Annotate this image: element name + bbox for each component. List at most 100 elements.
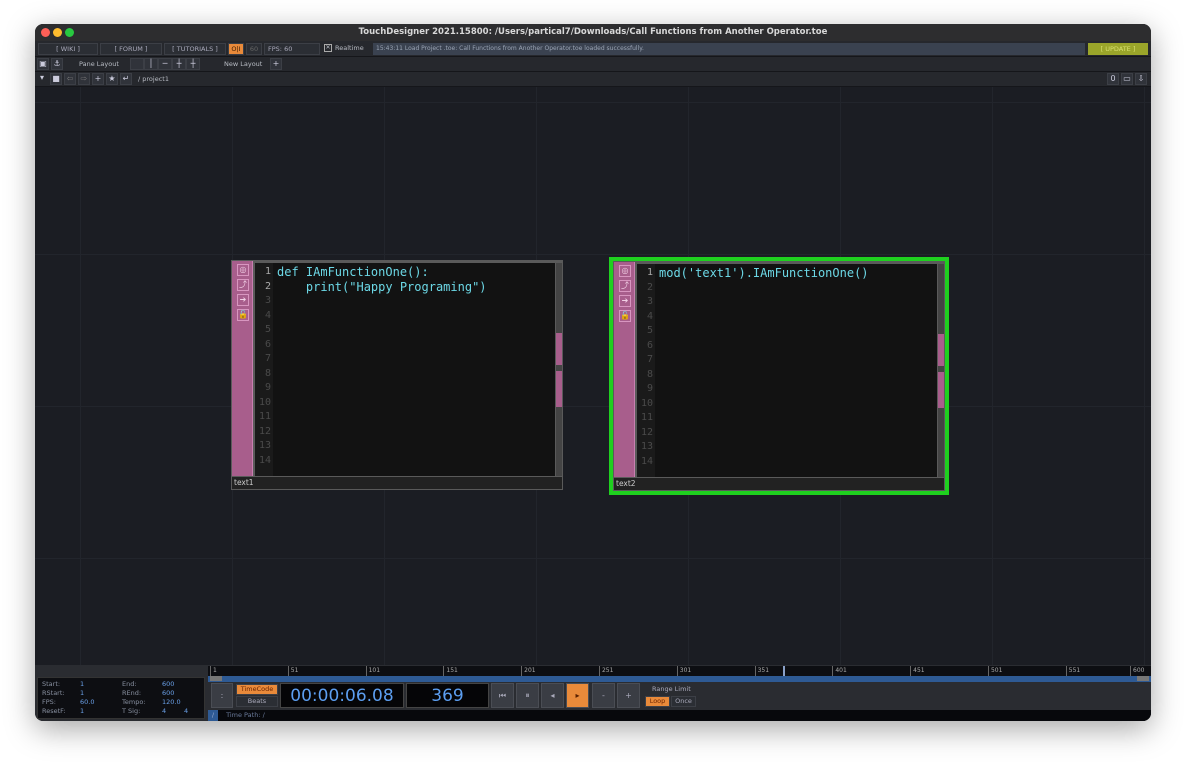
return-icon[interactable]: ↵	[120, 73, 132, 85]
line-number: 9	[637, 383, 653, 394]
time-slider[interactable]	[208, 676, 1151, 682]
start-value[interactable]: 1	[80, 680, 84, 688]
menu-down-icon[interactable]: ▾	[36, 73, 48, 85]
code-editor[interactable]: 1234567891011121314def IAmFunctionOne():…	[255, 263, 555, 476]
rend-value[interactable]: 600	[162, 689, 174, 697]
scrollbar[interactable]	[556, 263, 562, 476]
fps-field[interactable]: FPS: 60	[264, 43, 320, 55]
realtime-label: Realtime	[335, 44, 364, 52]
ruler-tick: 251	[599, 666, 613, 676]
close-button[interactable]	[41, 28, 50, 37]
line-number: 6	[255, 339, 271, 350]
display-icon[interactable]: ➔	[237, 294, 249, 306]
layout-split-v-button[interactable]: │	[144, 58, 158, 70]
rend-label: REnd:	[122, 689, 141, 697]
viewer-icon[interactable]: ◎	[237, 264, 249, 276]
scrollbar[interactable]	[938, 264, 944, 477]
layout-split-h-button[interactable]: ─	[158, 58, 172, 70]
tempo-value[interactable]: 120.0	[162, 698, 181, 706]
once-button[interactable]: Once	[671, 696, 696, 707]
line-number: 8	[637, 369, 653, 380]
timeline-ruler[interactable]: 151101151201251301351401451501551600	[208, 666, 1151, 676]
range-limit-label: Range Limit	[652, 685, 691, 693]
tutorials-button[interactable]: [ TUTORIALS ]	[164, 43, 226, 55]
loop-button[interactable]: Loop	[645, 696, 670, 707]
lock-icon[interactable]: 🔓	[237, 309, 249, 321]
window-icon[interactable]: ▭	[1121, 73, 1133, 85]
stop-icon[interactable]: ■	[50, 73, 62, 85]
anchor-icon[interactable]: ⚓	[51, 58, 63, 70]
bypass-icon[interactable]: ⤴	[619, 280, 631, 292]
ruler-tick: 401	[832, 666, 846, 676]
oi-toggle[interactable]: O|I	[228, 43, 244, 55]
node-name[interactable]: text2	[614, 478, 944, 490]
sixty-button[interactable]: 60	[246, 43, 262, 55]
tsig-numerator[interactable]: 4	[162, 707, 166, 715]
update-button[interactable]: [ UPDATE ]	[1088, 43, 1148, 55]
start-label: Start:	[42, 680, 60, 688]
layout-four-button[interactable]: ┼	[186, 58, 200, 70]
step-back-button[interactable]: -	[592, 683, 615, 708]
line-number: 13	[637, 441, 653, 452]
layout-single-button[interactable]	[130, 58, 144, 70]
ruler-tick: 501	[988, 666, 1002, 676]
pin-icon[interactable]: ⇩	[1135, 73, 1147, 85]
time-path-label: Time Path: /	[226, 711, 265, 719]
tsig-label: T Sig:	[122, 707, 140, 715]
lock-icon[interactable]: 🔓	[619, 310, 631, 322]
network-editor[interactable]: ◎ ⤴ ➔ 🔓 1234567891011121314def IAmFuncti…	[35, 87, 1151, 665]
node-name[interactable]: text1	[232, 477, 562, 489]
line-number: 1	[637, 267, 653, 278]
text-dat-node[interactable]: ◎ ⤴ ➔ 🔓 1234567891011121314def IAmFuncti…	[231, 260, 563, 490]
line-number: 9	[255, 382, 271, 393]
line-number: 7	[637, 354, 653, 365]
colon-button[interactable]: :	[211, 683, 233, 708]
line-number: 5	[637, 325, 653, 336]
play-forward-button[interactable]: ▸	[566, 683, 589, 708]
star-icon[interactable]: ★	[106, 73, 118, 85]
line-number: 14	[255, 455, 271, 466]
bypass-icon[interactable]: ⤴	[237, 279, 249, 291]
text-dat-node-selected[interactable]: ◎ ⤴ ➔ 🔓 1234567891011121314mod('text1').…	[609, 257, 949, 495]
frame-display[interactable]: 369	[406, 683, 489, 708]
zoom-button[interactable]	[65, 28, 74, 37]
line-number: 14	[637, 456, 653, 467]
end-value[interactable]: 600	[162, 680, 174, 688]
node-side-strip: ◎ ⤴ ➔ 🔓	[614, 262, 635, 477]
playhead[interactable]	[783, 666, 785, 676]
pause-button[interactable]: ⏸	[516, 683, 539, 708]
beats-button[interactable]: Beats	[236, 696, 278, 707]
forum-button[interactable]: [ FORUM ]	[100, 43, 162, 55]
range-start-handle[interactable]	[210, 676, 222, 681]
ruler-tick: 101	[366, 666, 380, 676]
ruler-tick: 351	[755, 666, 769, 676]
timecode-display[interactable]: 00:00:06.08	[280, 683, 404, 708]
root-path-button[interactable]: /	[208, 710, 218, 721]
play-backward-button[interactable]: ◂	[541, 683, 564, 708]
ruler-tick: 301	[677, 666, 691, 676]
viewer-icon[interactable]: ◎	[619, 265, 631, 277]
layout-three-button[interactable]: ┼	[172, 58, 186, 70]
back-icon[interactable]: ⇦	[64, 73, 76, 85]
step-forward-button[interactable]: +	[617, 683, 640, 708]
line-number: 7	[255, 353, 271, 364]
timecode-button[interactable]: TimeCode	[236, 684, 278, 695]
fps-value[interactable]: 60.0	[80, 698, 94, 706]
wiki-button[interactable]: [ WIKI ]	[38, 43, 98, 55]
timeline-panel: Start:1 End:600 RStart:1 REnd:600 FPS:60…	[35, 665, 1151, 721]
ruler-tick: 451	[910, 666, 924, 676]
path-breadcrumb[interactable]: / project1	[138, 75, 169, 83]
range-end-handle[interactable]	[1137, 676, 1149, 681]
rstart-value[interactable]: 1	[80, 689, 84, 697]
realtime-checkbox[interactable]: ✕	[324, 44, 332, 52]
tsig-denominator[interactable]: 4	[184, 707, 188, 715]
display-icon[interactable]: ➔	[619, 295, 631, 307]
minimize-button[interactable]	[53, 28, 62, 37]
code-editor[interactable]: 1234567891011121314mod('text1').IAmFunct…	[637, 264, 937, 477]
add-icon[interactable]: +	[92, 73, 104, 85]
forward-icon[interactable]: ⇨	[78, 73, 90, 85]
add-layout-button[interactable]: +	[270, 58, 282, 70]
resetf-value[interactable]: 1	[80, 707, 84, 715]
rewind-button[interactable]: ⏮	[491, 683, 514, 708]
image-icon[interactable]: ▣	[37, 58, 49, 70]
